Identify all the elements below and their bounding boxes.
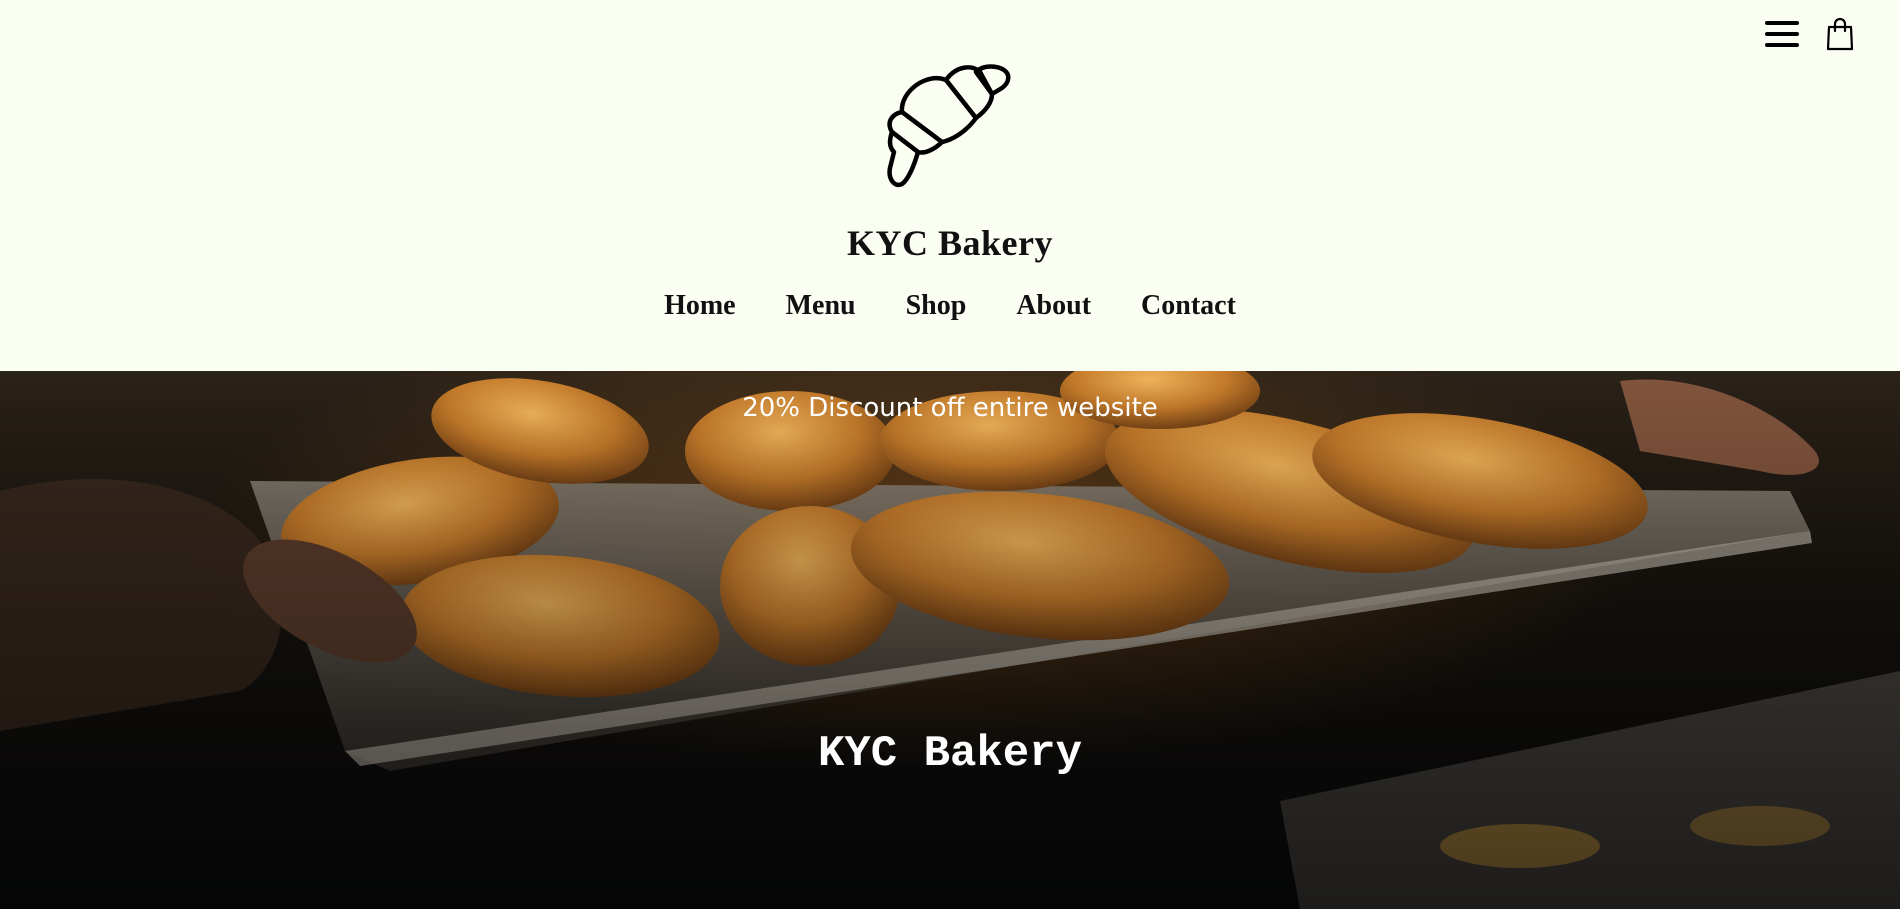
main-nav: Home Menu Shop About Contact [0,290,1900,322]
nav-item-home[interactable]: Home [664,290,736,322]
nav-item-contact[interactable]: Contact [1141,290,1236,322]
croissant-icon[interactable] [880,58,1018,190]
discount-banner: 20% Discount off entire website [742,393,1158,423]
nav-item-shop[interactable]: Shop [906,290,967,322]
hero-title: KYC Bakery [817,729,1083,779]
nav-item-about[interactable]: About [1016,290,1091,322]
hero-section: 20% Discount off entire website KYC Bake… [0,371,1900,909]
hero-background-image [0,371,1900,909]
site-title[interactable]: KYC Bakery [0,222,1900,264]
nav-item-menu[interactable]: Menu [786,290,856,322]
top-icons [1762,16,1860,52]
site-header: KYC Bakery Home Menu Shop About Contact [0,0,1900,371]
hamburger-menu-icon[interactable] [1762,16,1802,52]
shopping-bag-icon[interactable] [1820,16,1860,52]
